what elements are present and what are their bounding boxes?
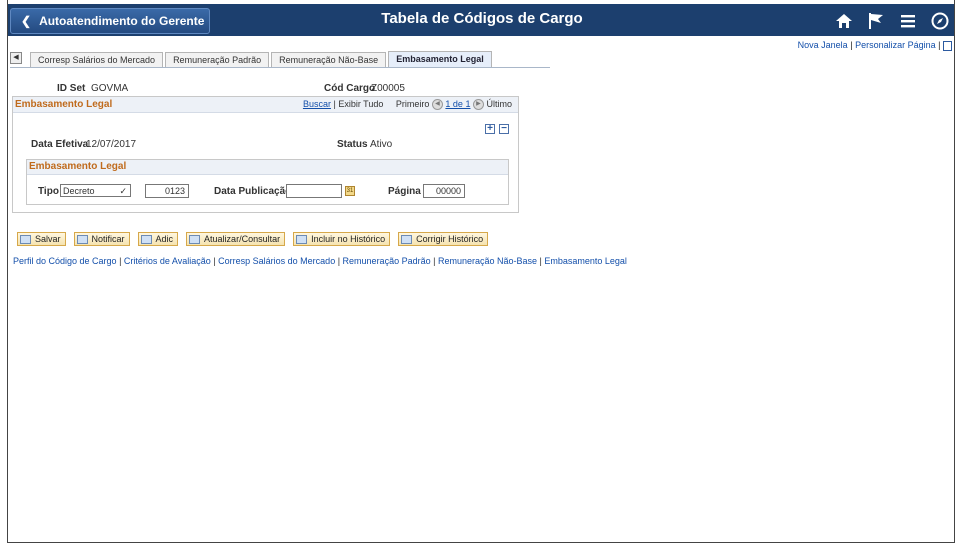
legal-basis-section: Embasamento Legal Buscar | Exibir Tudo P…: [12, 96, 519, 213]
flag-icon[interactable]: [860, 8, 892, 34]
grid-icon[interactable]: [943, 40, 952, 51]
update-icon: [189, 234, 201, 244]
correct-history-button[interactable]: Corrigir Histórico: [398, 232, 489, 246]
tab-bar: ◀ Corresp Salários do Mercado Remuneraçã…: [10, 51, 494, 68]
pubdate-label: Data Publicação: [214, 186, 292, 197]
include-history-icon: [296, 234, 308, 244]
link-remuneracao-padrao[interactable]: Remuneração Padrão: [343, 256, 431, 266]
correct-history-icon: [401, 234, 413, 244]
page-field[interactable]: 00000: [423, 184, 465, 198]
compass-icon[interactable]: [924, 8, 954, 34]
link-criterios-avaliacao[interactable]: Critérios de Avaliação: [124, 256, 211, 266]
jobcode-label: Cód Cargo: [324, 83, 376, 94]
subsection-title: Embasamento Legal: [27, 160, 508, 175]
update-display-button[interactable]: Atualizar/Consultar: [186, 232, 286, 246]
find-link[interactable]: Buscar: [303, 99, 331, 109]
tab-scroll-left-icon[interactable]: ◀: [10, 52, 22, 64]
page-frame: ❮ Autoatendimento do Gerente Tabela de C…: [7, 0, 955, 543]
include-history-button[interactable]: Incluir no Histórico: [293, 232, 391, 246]
effdt-label: Data Efetiva: [31, 139, 89, 150]
action-buttons: Salvar Notificar Adic Atualizar/Consulta…: [17, 232, 496, 246]
new-window-link[interactable]: Nova Janela: [798, 40, 848, 50]
number-field[interactable]: 0123: [145, 184, 189, 198]
save-button[interactable]: Salvar: [17, 232, 66, 246]
tab-divider: [10, 67, 550, 68]
effdt-value: 12/07/2017: [86, 139, 137, 150]
add-row-icon[interactable]: +: [485, 124, 495, 134]
add-button[interactable]: Adic: [137, 232, 179, 246]
first-label[interactable]: Primeiro: [396, 99, 430, 109]
previous-icon[interactable]: ◀: [431, 99, 443, 111]
status-value: Ativo: [370, 139, 393, 150]
link-corresp-salarios[interactable]: Corresp Salários do Mercado: [218, 256, 335, 266]
delete-row-icon[interactable]: −: [499, 124, 509, 134]
next-icon[interactable]: ▶: [472, 99, 484, 111]
pubdate-field[interactable]: [286, 184, 342, 198]
notify-icon: [76, 234, 88, 244]
separator: |: [850, 40, 853, 50]
tab-corresp-salarios[interactable]: Corresp Salários do Mercado: [30, 52, 164, 68]
row-count: 1 de 1: [445, 99, 471, 109]
tab-embasamento-legal[interactable]: Embasamento Legal: [388, 51, 492, 68]
link-embasamento-legal[interactable]: Embasamento Legal: [544, 256, 627, 266]
menu-icon[interactable]: [892, 8, 924, 34]
setid-value: GOVMA: [91, 83, 129, 94]
status-label: Status: [337, 139, 368, 150]
top-links: Nova Janela | Personalizar Página |: [798, 40, 952, 51]
tipo-label: Tipo: [38, 186, 59, 197]
home-icon[interactable]: [828, 8, 860, 34]
view-all-link[interactable]: Exibir Tudo: [338, 99, 383, 109]
link-perfil-codigo-cargo[interactable]: Perfil do Código de Cargo: [13, 256, 117, 266]
legal-basis-subsection: Embasamento Legal Tipo Decreto ✓ 0123 Da…: [26, 159, 509, 205]
tab-remuneracao-padrao[interactable]: Remuneração Padrão: [165, 52, 270, 68]
chevron-down-icon: ✓: [119, 186, 127, 196]
add-icon: [140, 234, 152, 244]
jobcode-value: Z00005: [371, 83, 405, 94]
separator: |: [938, 40, 941, 50]
tab-remuneracao-nao-base[interactable]: Remuneração Não-Base: [271, 52, 387, 68]
top-banner: ❮ Autoatendimento do Gerente Tabela de C…: [8, 0, 954, 36]
page-links: Perfil do Código de Cargo | Critérios de…: [13, 256, 627, 266]
notify-button[interactable]: Notificar: [73, 232, 130, 246]
personalize-page-link[interactable]: Personalizar Página: [855, 40, 936, 50]
page-title: Tabela de Códigos de Cargo: [381, 10, 583, 27]
link-remuneracao-nao-base[interactable]: Remuneração Não-Base: [438, 256, 537, 266]
tipo-select[interactable]: Decreto ✓: [60, 184, 131, 197]
calendar-icon[interactable]: 31: [345, 186, 355, 196]
setid-label: ID Set: [57, 83, 86, 94]
row-navigation: Buscar | Exibir Tudo Primeiro ◀ 1 de 1 ▶…: [302, 99, 512, 111]
save-icon: [20, 234, 31, 244]
section-title: Embasamento Legal: [15, 99, 113, 110]
last-label[interactable]: Último: [486, 99, 512, 109]
page-label: Página: [388, 186, 421, 197]
